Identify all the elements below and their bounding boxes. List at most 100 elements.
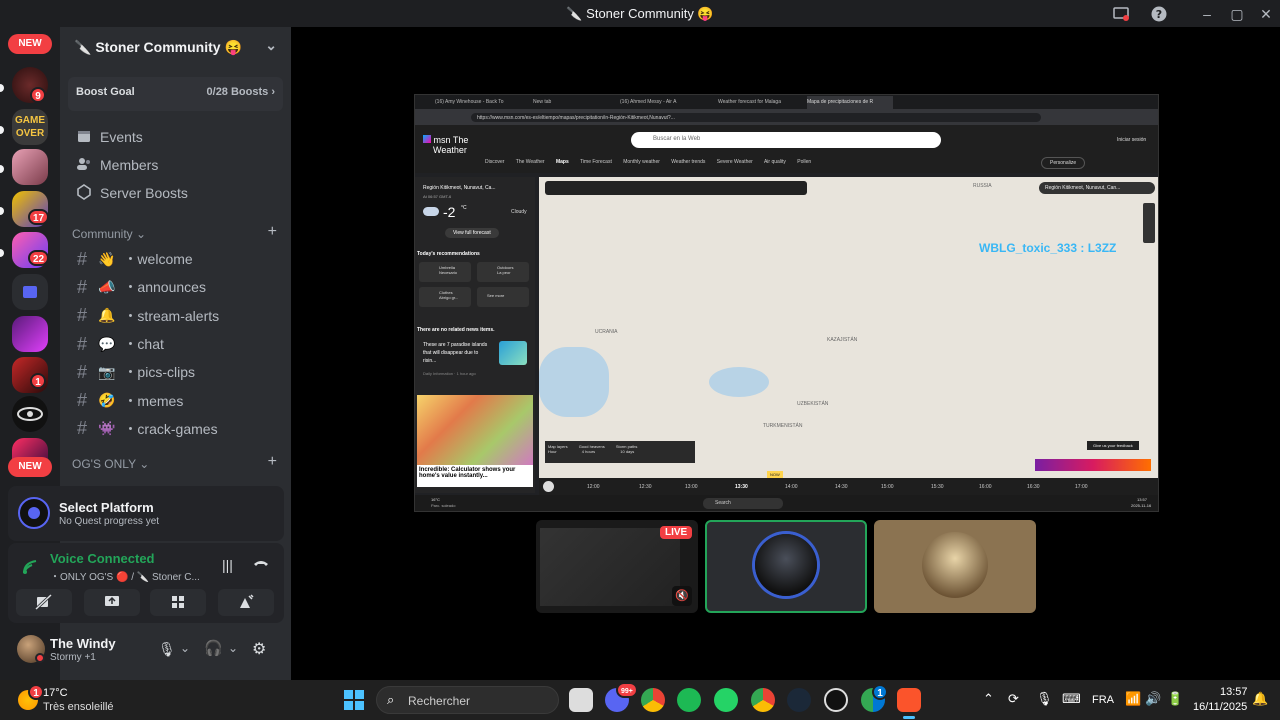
server-icon-avatar-5[interactable] [12,316,48,352]
browser-tab[interactable]: Weather forecast for Malaga [718,99,796,105]
server-icon-avatar-2[interactable] [12,149,48,185]
nav-item[interactable]: The Weather [516,159,545,165]
mute-icon[interactable]: 🔇 [672,586,692,606]
category-community[interactable]: Community ⌄ + [60,221,291,245]
msn-logo[interactable]: msn The Weather [423,135,468,155]
add-channel-icon[interactable]: + [268,453,277,471]
participant-tile-speaking[interactable] [705,520,867,613]
new-mentions-pill[interactable]: NEW [8,457,52,477]
nav-item[interactable]: Discover [485,159,504,165]
settings-gear-icon[interactable]: ⚙ [252,639,266,659]
microphone-tray-icon[interactable]: 🎙 [1036,691,1053,707]
personalize-button[interactable]: Personalize [1041,157,1086,169]
whatsapp-icon[interactable] [714,688,738,712]
chatgpt-icon[interactable] [824,688,848,712]
nav-item[interactable]: Air quality [764,159,786,165]
chevron-down-icon[interactable]: ⌄ [180,641,190,655]
headphones-icon[interactable]: 🎧 [204,639,223,657]
nav-item-active[interactable]: Maps [556,159,569,165]
server-folder-icon[interactable] [12,274,48,310]
brave-icon[interactable] [897,688,921,712]
microphone-icon[interactable]: 🎙 [158,641,176,658]
map-zoom-controls[interactable] [1143,203,1155,243]
nav-item[interactable]: Time Forecast [580,159,612,165]
map-toolbar[interactable] [545,181,807,195]
browser-tab[interactable]: New tab [533,99,551,105]
task-view-icon[interactable] [569,688,593,712]
ad-image[interactable] [417,395,533,465]
stream-view[interactable]: (16) Amy Winehouse - Back To New tab (16… [414,94,1159,512]
chevron-up-icon[interactable]: ⌃ [983,691,994,707]
browser-tab-active[interactable]: Mapa de precipitaciones de R [807,96,893,109]
camera-off-button[interactable] [16,589,72,616]
nav-item[interactable]: Weather trends [671,159,705,165]
browser-tab[interactable]: (16) Ahmed Messy - Air A [620,99,700,105]
soundboard-button[interactable] [218,589,274,616]
spotify-icon[interactable] [677,688,701,712]
participant-tile[interactable] [874,520,1036,613]
channel-crack-games[interactable]: # 👾 ・crack-games [68,415,283,443]
keyboard-icon[interactable]: ⌨ [1062,691,1081,707]
clock-date[interactable]: 16/11/2025 [1193,701,1247,713]
steam-icon[interactable] [787,688,811,712]
signin-button[interactable]: Iniciar sesión [1117,137,1146,143]
menu-item-events[interactable]: Events [68,123,283,151]
menu-item-members[interactable]: Members [68,151,283,179]
chrome-icon[interactable] [641,688,665,712]
clock-time[interactable]: 13:57 [1220,686,1248,698]
rec-card[interactable]: Outdoors La peor [477,262,529,282]
help-icon[interactable]: ? [1150,5,1168,23]
channel-welcome[interactable]: # 👋 ・welcome [68,245,283,273]
new-mentions-pill[interactable]: NEW [8,34,52,54]
channel-chat[interactable]: # 💬 ・chat [68,330,283,358]
notification-icon[interactable]: 🔔 [1252,691,1268,707]
weather-map[interactable]: Región Kitikmeot, Nunavut, Can... RUSSIA… [539,177,1158,495]
disconnect-icon[interactable] [252,555,270,576]
share-screen-button[interactable] [84,589,140,616]
channel-stream-alerts[interactable]: # 🔔 ・stream-alerts [68,302,283,330]
feedback-button[interactable]: Give us your feedback [1087,441,1139,450]
channel-memes[interactable]: # 🤣 ・memes [68,386,283,414]
server-icon-eye[interactable] [12,396,48,432]
rec-card[interactable]: Clothes Abrigo gr... [419,287,471,307]
menu-item-server-boosts[interactable]: Server Boosts [68,179,283,207]
chevron-down-icon[interactable]: ⌄ [228,641,238,655]
start-button[interactable] [344,690,364,715]
channel-announces[interactable]: # 📣 ・announces [68,273,283,301]
taskbar-search[interactable]: ⌕ Rechercher [376,686,559,714]
nav-item[interactable]: Severe Weather [717,159,753,165]
activities-button[interactable] [150,589,206,616]
language-indicator[interactable]: FRA [1092,694,1114,706]
noise-suppression-icon[interactable]: ||| [222,557,233,573]
map-search[interactable]: Región Kitikmeot, Nunavut, Can... [1039,182,1155,194]
sync-icon[interactable]: ⟳ [1008,691,1019,707]
quest-panel[interactable]: Select Platform No Quest progress yet [8,486,284,541]
rec-card[interactable]: Umbrella Necesario [419,262,471,282]
rec-card[interactable]: See more [477,287,529,307]
map-layers-panel[interactable]: Map layers Good heavens Storm paths Hour… [545,441,695,463]
chrome-profile-icon[interactable] [751,688,775,712]
add-channel-icon[interactable]: + [268,223,277,241]
nav-item[interactable]: Pollen [797,159,811,165]
user-name[interactable]: The Windy [50,636,116,651]
battery-icon[interactable]: 🔋 [1167,691,1183,707]
volume-icon[interactable]: 🔊 [1145,691,1161,707]
channel-pics-clips[interactable]: # 📷 ・pics-clips [68,358,283,386]
maximize-icon[interactable]: ▢ [1228,5,1246,23]
browser-tab[interactable]: (16) Amy Winehouse - Back To [435,99,523,105]
weather-widget[interactable]: 1 17°C Très ensoleillé [14,684,124,714]
screen-share-icon[interactable] [1112,5,1130,23]
voice-channel[interactable]: ・ONLY OG'S 🔴 / 🔪 Stoner C... [50,568,200,583]
news-story[interactable]: These are 7 paradise islands that will d… [423,341,493,365]
close-icon[interactable]: ✕ [1257,5,1275,23]
browser-url-bar[interactable]: https://www.msn.com/es-es/eltiempo/mapas… [415,109,1158,125]
minimize-icon[interactable]: – [1198,5,1216,23]
server-icon-game-over[interactable]: GAME OVER [12,109,48,145]
stream-tile[interactable]: LIVE 🔇 [536,520,698,613]
msn-search-box[interactable]: Buscar en la Web [631,132,941,148]
ad-text[interactable]: Incredible: Calculator shows your home's… [417,465,533,487]
boost-goal-bar[interactable]: Boost Goal 0/28 Boosts › [68,77,283,111]
timeline[interactable]: 12:00 12:30 13:00 13:30 14:00 14:30 15:0… [539,478,1158,495]
nav-item[interactable]: Monthly weather [623,159,660,165]
play-button[interactable] [543,481,554,492]
